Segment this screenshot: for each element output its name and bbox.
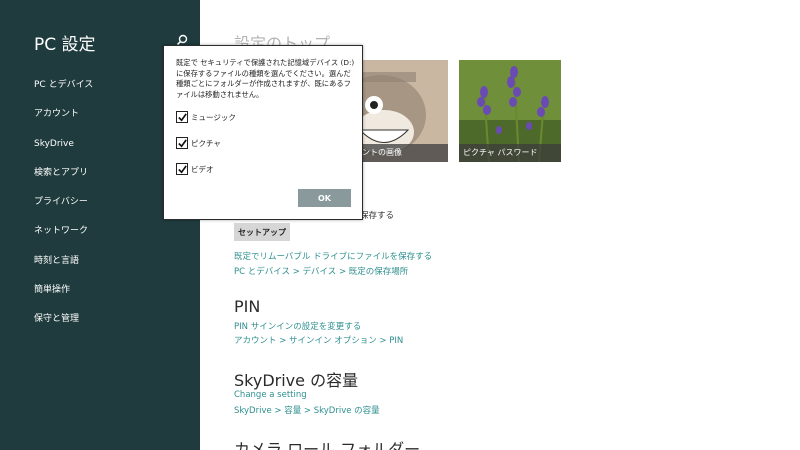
music-label: ミュージック <box>191 112 236 122</box>
check-icon <box>178 139 187 148</box>
pictures-checkbox[interactable] <box>176 137 188 149</box>
sidebar-item-skydrive[interactable]: SkyDrive <box>34 137 93 166</box>
check-icon <box>178 113 187 122</box>
pin-breadcrumb[interactable]: アカウント > サインイン オプション > PIN <box>234 334 403 346</box>
dialog-message: 既定で セキュリティで保護された記憶域デバイス (D:) に保存するファイルの種… <box>176 58 355 99</box>
music-checkbox[interactable] <box>176 111 188 123</box>
removable-drive-link[interactable]: 既定でリムーバブル ドライブにファイルを保存する <box>234 250 432 262</box>
sidebar-item-accounts[interactable]: アカウント <box>34 107 93 136</box>
picture-password-tile[interactable]: ピクチャ パスワード <box>459 60 561 162</box>
app-title: PC 設定 <box>34 35 96 55</box>
pin-link[interactable]: PIN サインインの設定を変更する <box>234 320 361 332</box>
sidebar-item-update-recovery[interactable]: 保守と管理 <box>34 312 93 341</box>
save-location-label: 保存する <box>360 211 395 221</box>
sidebar-item-pc-devices[interactable]: PC とデバイス <box>34 78 93 107</box>
sidebar-item-ease-of-access[interactable]: 簡単操作 <box>34 283 93 312</box>
option-music-row[interactable]: ミュージック <box>176 110 236 124</box>
skydrive-link[interactable]: Change a setting <box>234 390 307 400</box>
option-videos-row[interactable]: ビデオ <box>176 162 214 176</box>
ok-button[interactable]: OK <box>298 189 351 207</box>
sidebar-item-network[interactable]: ネットワーク <box>34 224 93 253</box>
file-type-dialog: 既定で セキュリティで保護された記憶域デバイス (D:) に保存するファイルの種… <box>163 45 363 220</box>
videos-label: ビデオ <box>191 164 214 174</box>
removable-drive-breadcrumb[interactable]: PC とデバイス > デバイス > 既定の保存場所 <box>234 265 408 277</box>
skydrive-heading: SkyDrive の容量 <box>234 371 359 390</box>
sidebar-item-time-language[interactable]: 時刻と言語 <box>34 254 93 283</box>
camera-roll-heading: カメラ ロール フォルダー <box>234 440 421 450</box>
skydrive-breadcrumb[interactable]: SkyDrive > 容量 > SkyDrive の容量 <box>234 404 380 416</box>
pin-heading: PIN <box>234 297 261 316</box>
check-icon <box>178 165 187 174</box>
sidebar-item-search-apps[interactable]: 検索とアプリ <box>34 166 93 195</box>
setup-button[interactable]: セットアップ <box>234 223 290 241</box>
option-pictures-row[interactable]: ピクチャ <box>176 136 221 150</box>
picture-password-caption: ピクチャ パスワード <box>459 144 561 162</box>
videos-checkbox[interactable] <box>176 163 188 175</box>
sidebar-nav: PC とデバイス アカウント SkyDrive 検索とアプリ プライバシー ネッ… <box>34 78 93 342</box>
pictures-label: ピクチャ <box>191 138 221 148</box>
sidebar-item-privacy[interactable]: プライバシー <box>34 195 93 224</box>
